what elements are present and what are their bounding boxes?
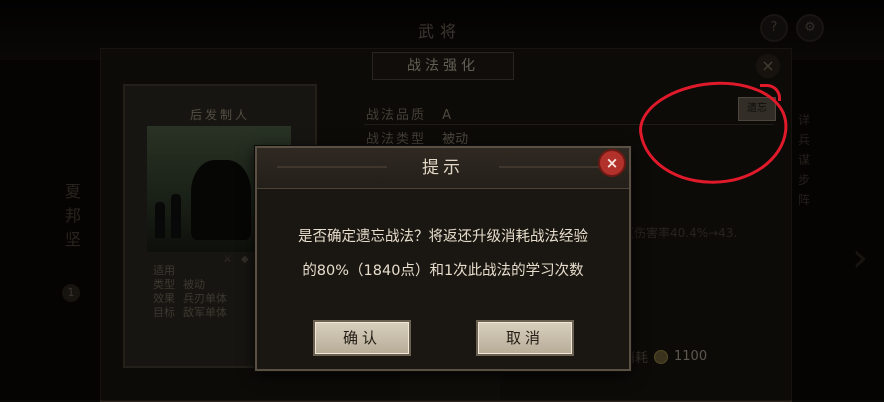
dialog-message-line: 是否确定遗忘战法？将返还升级消耗战法经验	[298, 229, 588, 245]
dialog-close-icon[interactable]: ×	[598, 149, 626, 177]
dialog-title: 提示	[422, 158, 464, 178]
dialog-message: 是否确定遗忘战法？将返还升级消耗战法经验 的80%（1840点）和1次此战法的学…	[271, 220, 615, 288]
dialog-header: 提示	[257, 148, 629, 189]
confirm-dialog: 提示 × 是否确定遗忘战法？将返还升级消耗战法经验 的80%（1840点）和1次…	[255, 146, 631, 371]
cancel-button[interactable]: 取消	[476, 320, 574, 356]
confirm-button[interactable]: 确认	[313, 320, 411, 356]
dialog-message-line: 的80%（1840点）和1次此战法的学习次数	[302, 263, 584, 279]
